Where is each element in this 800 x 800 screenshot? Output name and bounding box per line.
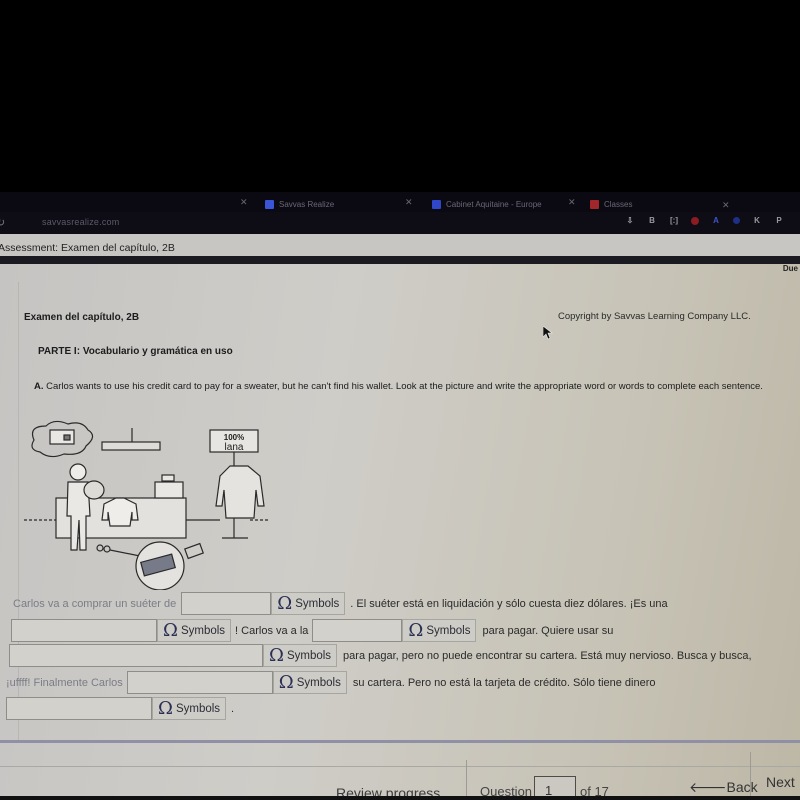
arrow-right-icon: → xyxy=(795,774,800,790)
fill-in-sentences: Carlos va a comprar un suéter de Ω Symbol… xyxy=(0,592,800,722)
symbols-button[interactable]: Ω Symbols xyxy=(272,671,347,694)
url-field[interactable]: savvasrealize.com xyxy=(42,217,119,227)
exam-title: Examen del capítulo, 2B xyxy=(24,312,140,323)
answer-blank-3[interactable] xyxy=(312,619,403,642)
assessment-title: Assessment: Examen del capítulo, 2B xyxy=(0,242,175,254)
symbols-button[interactable]: Ω Symbols xyxy=(402,619,477,642)
tab-close-icon[interactable]: ✕ xyxy=(240,197,248,208)
extension-icon[interactable]: ⇩ xyxy=(625,216,635,225)
next-button[interactable]: Next → xyxy=(766,774,800,790)
symbols-button[interactable]: Ω Symbols xyxy=(152,697,227,720)
extension-blue-icon[interactable] xyxy=(733,217,740,224)
sentence-text: ! Carlos va a la xyxy=(235,624,309,637)
carlos-figure xyxy=(69,463,87,481)
omega-icon: Ω xyxy=(158,697,173,719)
extension-k-icon[interactable]: K xyxy=(752,216,762,225)
store-illustration: 100% lana xyxy=(24,420,270,590)
sentence-text: ¡uffff! Finalmente Carlos xyxy=(6,676,123,689)
tab-close-icon[interactable]: ✕ xyxy=(568,197,576,208)
instructions-letter: A. xyxy=(34,381,44,392)
browser-tab-savvas[interactable]: Savvas Realize xyxy=(265,196,334,212)
footer-separator xyxy=(750,752,751,796)
part-title: PARTE I: Vocabulario y gramática en uso xyxy=(38,346,233,357)
footer-separator xyxy=(466,760,467,800)
browser-tab-classes[interactable]: Classes xyxy=(590,196,632,212)
tab-close-icon[interactable]: ✕ xyxy=(405,197,413,208)
sweater-rack xyxy=(215,465,265,519)
sentence-text: Carlos va a comprar un suéter de xyxy=(13,597,177,610)
assessment-header: Assessment: Examen del capítulo, 2B xyxy=(0,234,800,264)
omega-icon: Ω xyxy=(163,619,178,641)
answer-blank-4[interactable] xyxy=(9,644,263,667)
cash-register xyxy=(154,481,184,499)
screen-bezel xyxy=(0,796,800,800)
due-label: Due xyxy=(782,264,798,273)
symbols-button[interactable]: Ω Symbols xyxy=(263,644,338,667)
tab-close-icon[interactable]: ✕ xyxy=(722,200,730,211)
symbols-button[interactable]: Ω Symbols xyxy=(157,619,232,642)
instructions: A. Carlos wants to use his credit card t… xyxy=(34,380,784,393)
arrow-left-icon: 🡐 xyxy=(689,779,727,795)
sign-text-percent: 100% xyxy=(224,433,244,442)
extension-screen-icon[interactable]: [:] xyxy=(669,216,679,225)
tab-label: Cabinet Aquitaine - Europe xyxy=(446,199,542,209)
answer-blank-2[interactable] xyxy=(11,619,157,642)
answer-blank-5[interactable] xyxy=(126,671,273,694)
wallet xyxy=(184,542,204,560)
sentence-text: . El suéter está en liquidación y sólo c… xyxy=(350,597,668,610)
extension-red-icon[interactable] xyxy=(691,216,699,225)
docs-icon xyxy=(432,199,441,209)
page: Assessment: Examen del capítulo, 2B Due … xyxy=(0,234,800,800)
classes-icon xyxy=(590,199,599,209)
off-screen-area xyxy=(0,0,800,195)
instructions-text: Carlos wants to use his credit card to p… xyxy=(46,381,763,392)
symbols-button[interactable]: Ω Symbols xyxy=(271,592,346,615)
omega-icon: Ω xyxy=(269,644,284,666)
footer-divider xyxy=(0,740,800,743)
sentence-text: para pagar. Quiere usar su xyxy=(482,624,614,637)
browser-tab-bar: ✕ Savvas Realize ✕ Cabinet Aquitaine - E… xyxy=(0,192,800,214)
sign-text-lana: lana xyxy=(225,442,244,453)
tab-label: Savvas Realize xyxy=(279,199,335,209)
footer-line xyxy=(0,766,800,767)
tab-label: Classes xyxy=(604,199,633,209)
extension-a-icon[interactable]: A xyxy=(711,216,721,225)
savvas-icon xyxy=(265,199,274,209)
omega-icon: Ω xyxy=(408,619,424,641)
extensions-toolbar: ⇩ B [:] A K P xyxy=(625,216,784,225)
answer-blank-1[interactable] xyxy=(181,592,272,615)
omega-icon: Ω xyxy=(277,592,293,614)
answer-blank-6[interactable] xyxy=(6,697,152,720)
sentence-text: . xyxy=(231,702,235,715)
address-bar: ↻ savvasrealize.com ⇩ B [:] A K P xyxy=(0,212,800,234)
omega-icon: Ω xyxy=(278,671,294,693)
sentence-text: su cartera. Pero no está la tarjeta de c… xyxy=(352,676,656,689)
ceiling-lamp xyxy=(101,441,161,451)
assessment-footer: Review progress Question 1 of 17 🡐Back N… xyxy=(0,746,800,800)
profile-icon[interactable]: P xyxy=(774,216,784,225)
sentence-text: para pagar, pero no puede encontrar su c… xyxy=(343,649,752,662)
reload-icon[interactable]: ↻ xyxy=(0,216,5,229)
copyright-text: Copyright by Savvas Learning Company LLC… xyxy=(558,311,751,322)
browser-tab-docs[interactable]: Cabinet Aquitaine - Europe xyxy=(432,196,542,212)
extension-b-icon[interactable]: B xyxy=(647,216,657,225)
back-button[interactable]: 🡐Back xyxy=(689,779,758,796)
mouse-cursor-icon xyxy=(543,326,553,340)
